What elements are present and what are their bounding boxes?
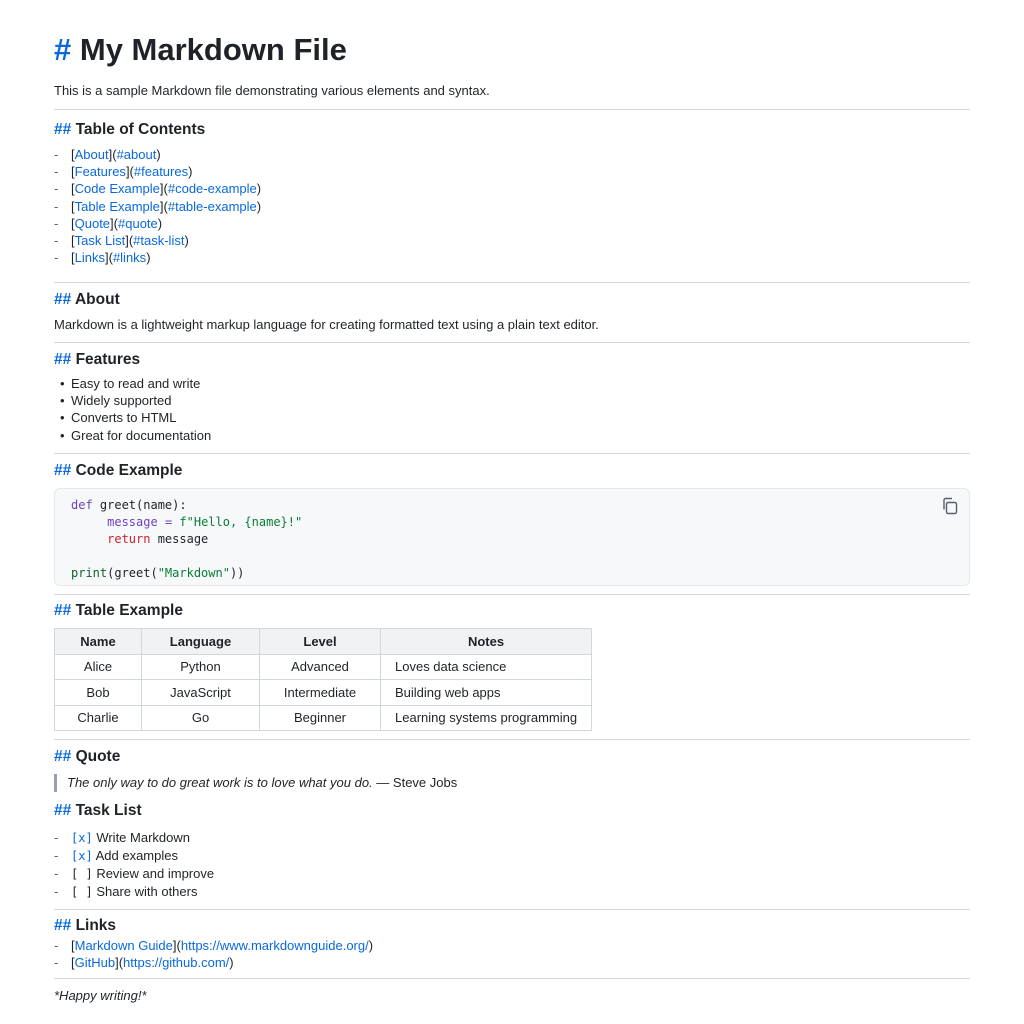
task-item: -[ ] Share with others xyxy=(54,884,198,899)
heading-marker: # xyxy=(54,32,72,67)
link-github[interactable]: - [GitHub](https://github.com/) xyxy=(54,954,373,971)
features-list: • Easy to read and write • Widely supporte… xyxy=(54,375,211,444)
checkbox-checked[interactable]: [x] xyxy=(71,849,93,863)
checkbox-unchecked[interactable]: [ ] xyxy=(71,885,93,899)
quote-heading: ## Quote xyxy=(54,748,121,765)
toc-item-about[interactable]: - [About](#about) xyxy=(54,146,261,163)
code-line: return message xyxy=(107,532,209,546)
list-item: • Great for documentation xyxy=(60,427,212,443)
about-heading: ## About xyxy=(54,291,120,308)
task-list: - [x] Write Markdown - [x] Add examples -[… xyxy=(54,829,214,901)
toc-item-table-example[interactable]: - [Table Example](#table-example) xyxy=(54,198,261,215)
divider xyxy=(54,978,970,979)
code-heading: ## Code Example xyxy=(54,462,183,479)
task-list-heading: ## Task List xyxy=(54,802,142,819)
quote-text: The only way to do great work is to love… xyxy=(67,775,373,790)
page-title: # My Markdown File xyxy=(54,30,347,70)
link-markdown-guide[interactable]: - [Markdown Guide](https://www.markdowngu… xyxy=(54,937,373,954)
toc-item-links[interactable]: - [Links](#links) xyxy=(54,249,261,266)
features-heading: ## Features xyxy=(54,351,141,368)
links-heading: ## Links xyxy=(54,917,117,934)
code-line: def greet(name): xyxy=(71,498,187,512)
toc-heading: ## Table of Contents xyxy=(54,121,206,138)
divider xyxy=(54,342,970,343)
about-text: Markdown is a lightweight markup languag… xyxy=(54,317,599,332)
task-item: - [x] Add examples xyxy=(54,848,178,863)
column-header: Name xyxy=(54,628,142,655)
checkbox-checked[interactable]: [x] xyxy=(71,831,93,845)
links-list: - [Markdown Guide](https://www.markdowngu… xyxy=(54,937,373,971)
blockquote-bar xyxy=(54,774,57,792)
page-title-text: My Markdown File xyxy=(79,32,347,67)
list-item: • Easy to read and write xyxy=(60,376,201,391)
footer-text: *Happy writing!* xyxy=(54,988,147,1003)
table-row: Alice Python Advanced Loves data science xyxy=(54,653,592,680)
toc-item-code-example[interactable]: - [Code Example](#code-example) xyxy=(54,180,261,197)
checkbox-unchecked[interactable]: [ ] xyxy=(71,867,93,881)
task-item: -[ ] Review and improve xyxy=(54,866,215,881)
divider xyxy=(54,909,970,910)
divider xyxy=(54,109,970,110)
divider xyxy=(54,594,970,595)
column-header: Level xyxy=(259,628,381,655)
intro-text: This is a sample Markdown file demonstra… xyxy=(54,83,490,98)
toc-item-features[interactable]: - [Features](#features) xyxy=(54,163,261,180)
copy-icon[interactable] xyxy=(941,497,959,515)
table-header-row: Name Language Level Notes xyxy=(54,628,592,655)
divider xyxy=(54,282,970,283)
markdown-document: # My Markdown File This is a sample Mark… xyxy=(0,0,1024,1024)
column-header: Notes xyxy=(380,628,592,655)
toc-item-task-list[interactable]: - [Task List](#task-list) xyxy=(54,232,261,249)
code-block: def greet(name): message = f"Hello, {nam… xyxy=(54,488,970,586)
task-item: - [x] Write Markdown xyxy=(54,830,190,845)
toc-item-quote[interactable]: - [Quote](#quote) xyxy=(54,215,261,232)
data-table: Name Language Level Notes Alice Python A… xyxy=(54,628,592,731)
table-row: Charlie Go Beginner Learning systems pro… xyxy=(54,704,592,731)
divider xyxy=(54,739,970,740)
list-item: • Widely supported xyxy=(60,393,172,409)
blockquote: The only way to do great work is to love… xyxy=(67,774,457,792)
table-row: Bob JavaScript Intermediate Building web… xyxy=(54,679,592,706)
column-header: Language xyxy=(141,628,260,655)
divider xyxy=(54,453,970,454)
toc-list: - [About](#about) - [Features](#features) … xyxy=(54,146,261,266)
code-line: print(greet("Markdown")) xyxy=(71,566,245,580)
list-item: • Converts to HTML xyxy=(60,410,177,426)
quote-author: — Steve Jobs xyxy=(376,775,458,790)
table-heading: ## Table Example xyxy=(54,602,183,619)
code-line: message = f"Hello, {name}!" xyxy=(107,515,303,529)
